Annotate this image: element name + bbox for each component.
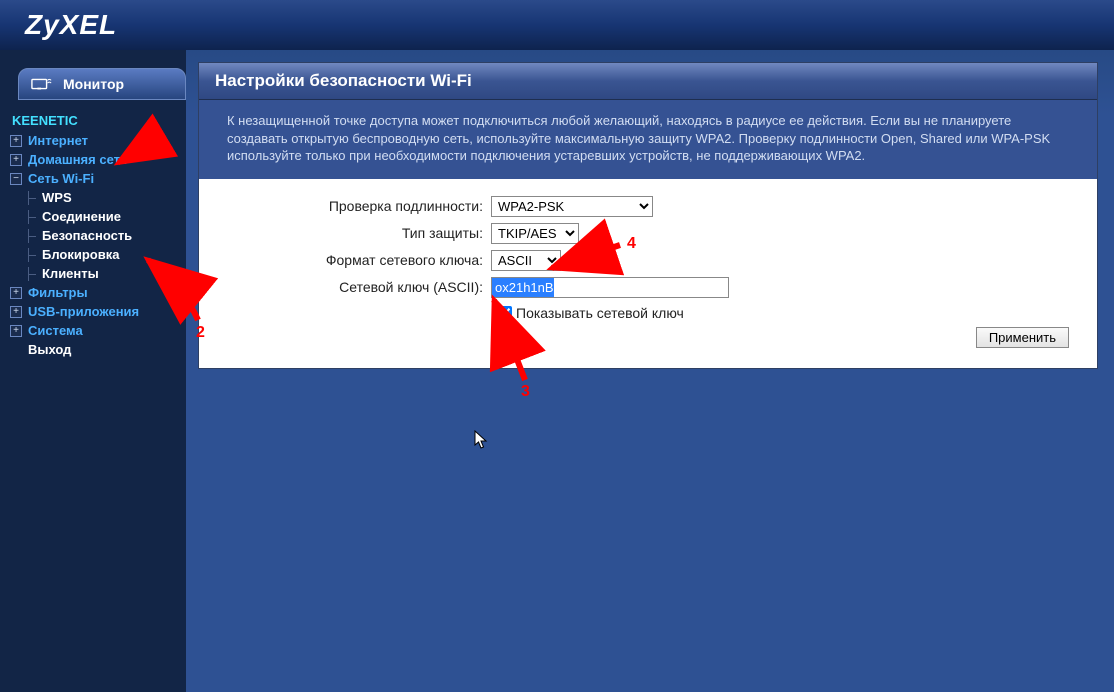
auth-select[interactable]: WPA2-PSK (491, 196, 653, 217)
monitor-icon (31, 75, 53, 93)
expand-icon[interactable]: + (10, 154, 22, 166)
nav-item-exit[interactable]: Выход (10, 340, 180, 359)
nav-label[interactable]: Интернет (28, 133, 88, 148)
subitem-label[interactable]: WPS (42, 190, 72, 205)
nav-item-usb[interactable]: + USB-приложения (10, 302, 180, 321)
wifi-subitems: WPS Соединение Безопасность Блокировка К… (10, 188, 180, 283)
app-header: ZyXEL (0, 0, 1114, 50)
show-key-label: Показывать сетевой ключ (516, 305, 684, 321)
subitem-label[interactable]: Клиенты (42, 266, 99, 281)
nav-item-system[interactable]: + Система (10, 321, 180, 340)
subitem-wps[interactable]: WPS (24, 188, 180, 207)
expand-icon[interactable]: + (10, 135, 22, 147)
enc-label: Тип защиты: (221, 225, 491, 241)
show-key-checkbox[interactable] (499, 306, 512, 319)
expand-icon[interactable]: + (10, 325, 22, 337)
key-format-select[interactable]: ASCII (491, 250, 561, 271)
subitem-label[interactable]: Блокировка (42, 247, 119, 262)
nav-item-wifi[interactable]: − Сеть Wi-Fi (10, 169, 180, 188)
main-wrap: Монитор KEENETIC + Интернет + Домашняя с… (0, 50, 1114, 692)
nav-item-internet[interactable]: + Интернет (10, 131, 180, 150)
subitem-label[interactable]: Безопасность (42, 228, 132, 243)
row-auth: Проверка подлинности: WPA2-PSK (221, 193, 1075, 220)
row-encryption: Тип защиты: TKIP/AES (221, 220, 1075, 247)
nav-label[interactable]: Фильтры (28, 285, 88, 300)
subitem-clients[interactable]: Клиенты (24, 264, 180, 283)
row-show-key: Показывать сетевой ключ (221, 301, 1075, 321)
content-area: Настройки безопасности Wi-Fi К незащищен… (186, 50, 1114, 692)
row-key-format: Формат сетевого ключа: ASCII (221, 247, 1075, 274)
expand-icon[interactable]: + (10, 306, 22, 318)
expand-icon[interactable]: + (10, 287, 22, 299)
apply-row: Применить (221, 321, 1075, 354)
subitem-label[interactable]: Соединение (42, 209, 121, 224)
network-key-input[interactable] (491, 277, 729, 298)
nav-item-filters[interactable]: + Фильтры (10, 283, 180, 302)
monitor-tab[interactable]: Монитор (18, 68, 186, 100)
subitem-connection[interactable]: Соединение (24, 207, 180, 226)
subitem-security[interactable]: Безопасность (24, 226, 180, 245)
nav-item-home-network[interactable]: + Домашняя сеть (10, 150, 180, 169)
panel-description: К незащищенной точке доступа может подкл… (199, 100, 1097, 179)
form-area: Проверка подлинности: WPA2-PSK Тип защит… (199, 179, 1097, 368)
sidebar: Монитор KEENETIC + Интернет + Домашняя с… (0, 50, 186, 692)
subitem-block[interactable]: Блокировка (24, 245, 180, 264)
auth-label: Проверка подлинности: (221, 198, 491, 214)
key-label: Сетевой ключ (ASCII): (221, 279, 491, 295)
nav-label[interactable]: Сеть Wi-Fi (28, 171, 94, 186)
nav-label[interactable]: Домашняя сеть (28, 152, 128, 167)
fmt-label: Формат сетевого ключа: (221, 252, 491, 268)
nav-tree: KEENETIC + Интернет + Домашняя сеть − Се… (0, 100, 186, 359)
encryption-select[interactable]: TKIP/AES (491, 223, 579, 244)
row-network-key: Сетевой ключ (ASCII): (221, 274, 1075, 301)
nav-label[interactable]: Система (28, 323, 83, 338)
settings-panel: Настройки безопасности Wi-Fi К незащищен… (198, 62, 1098, 369)
monitor-label: Монитор (63, 76, 124, 92)
collapse-icon[interactable]: − (10, 173, 22, 185)
nav-label[interactable]: Выход (28, 342, 71, 357)
nav-label[interactable]: USB-приложения (28, 304, 139, 319)
panel-title: Настройки безопасности Wi-Fi (199, 63, 1097, 100)
brand-logo: ZyXEL (25, 9, 117, 41)
apply-button[interactable]: Применить (976, 327, 1069, 348)
nav-root[interactable]: KEENETIC (10, 110, 180, 131)
mouse-cursor-icon (474, 430, 488, 450)
